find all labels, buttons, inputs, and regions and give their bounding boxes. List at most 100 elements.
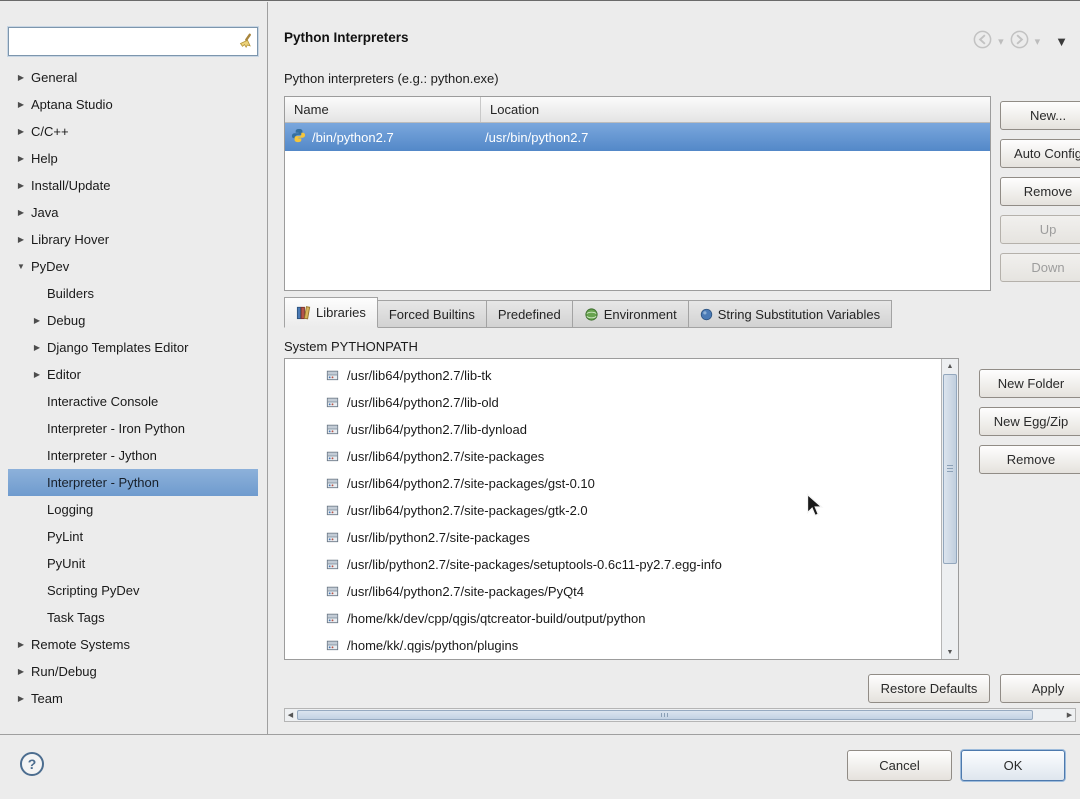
tab-forced-builtins[interactable]: Forced Builtins bbox=[378, 300, 487, 328]
list-item[interactable]: /usr/lib64/python2.7/site-packages/PyQt4 bbox=[285, 578, 941, 605]
table-row[interactable]: /bin/python2.7/usr/bin/python2.7 bbox=[285, 123, 990, 151]
tab-string-substitution-variables[interactable]: String Substitution Variables bbox=[689, 300, 892, 328]
chevron-right-icon[interactable]: ▶ bbox=[14, 640, 28, 649]
back-history-dropdown-icon[interactable]: ▾ bbox=[997, 35, 1005, 48]
list-item[interactable]: /usr/lib64/python2.7/site-packages bbox=[285, 443, 941, 470]
view-menu-button[interactable]: ▼ bbox=[1055, 34, 1072, 49]
ok-button[interactable]: OK bbox=[961, 750, 1065, 781]
restore-defaults-button[interactable]: Restore Defaults bbox=[868, 674, 990, 703]
new-egg-zip-button[interactable]: New Egg/Zip bbox=[979, 407, 1080, 436]
sidebar-item-interpreter-python[interactable]: Interpreter - Python bbox=[8, 469, 258, 496]
list-item[interactable]: /usr/lib64/python2.7/site-packages/gtk-2… bbox=[285, 497, 941, 524]
sidebar-item-general[interactable]: ▶General bbox=[8, 64, 258, 91]
chevron-right-icon[interactable]: ▶ bbox=[14, 73, 28, 82]
apply-button[interactable]: Apply bbox=[1000, 674, 1080, 703]
sidebar-item-install-update[interactable]: ▶Install/Update bbox=[8, 172, 258, 199]
sidebar-item-label: Debug bbox=[44, 311, 91, 331]
chevron-right-icon[interactable]: ▶ bbox=[14, 235, 28, 244]
new-button[interactable]: New... bbox=[1000, 101, 1080, 130]
library-entry-icon bbox=[325, 475, 340, 493]
sidebar-item-label: Run/Debug bbox=[28, 662, 103, 682]
chevron-down-icon[interactable]: ▼ bbox=[14, 262, 28, 271]
horizontal-scrollbar[interactable]: ◀ ▶ bbox=[284, 708, 1076, 722]
vertical-scrollbar[interactable]: ▲ ▼ bbox=[941, 359, 958, 659]
scroll-down-icon[interactable]: ▼ bbox=[942, 645, 958, 659]
sidebar-item-django-templates-editor[interactable]: ▶Django Templates Editor bbox=[8, 334, 258, 361]
sidebar-item-pyunit[interactable]: PyUnit bbox=[8, 550, 258, 577]
vertical-scrollbar-thumb[interactable] bbox=[943, 374, 957, 564]
interpreter-table-body: /bin/python2.7/usr/bin/python2.7 bbox=[285, 123, 990, 151]
library-entry-icon bbox=[325, 448, 340, 466]
back-button[interactable] bbox=[972, 29, 993, 53]
library-entry-icon bbox=[325, 421, 340, 439]
variables-icon bbox=[700, 308, 713, 321]
chevron-right-icon[interactable]: ▶ bbox=[14, 694, 28, 703]
sidebar-item-label: Help bbox=[28, 149, 64, 169]
sidebar-item-c-c[interactable]: ▶C/C++ bbox=[8, 118, 258, 145]
sidebar-item-builders[interactable]: Builders bbox=[8, 280, 258, 307]
tab-libraries[interactable]: Libraries bbox=[284, 297, 378, 328]
sidebar-item-label: Logging bbox=[44, 500, 99, 520]
list-item[interactable]: /usr/lib64/python2.7/lib-tk bbox=[285, 362, 941, 389]
help-button[interactable]: ? bbox=[20, 752, 44, 776]
chevron-right-icon[interactable]: ▶ bbox=[30, 370, 44, 379]
chevron-right-icon[interactable]: ▶ bbox=[14, 127, 28, 136]
cancel-button[interactable]: Cancel bbox=[847, 750, 952, 781]
path-text: /home/kk/.qgis/python/plugins bbox=[347, 638, 518, 653]
tab-predefined[interactable]: Predefined bbox=[487, 300, 573, 328]
list-item[interactable]: /usr/lib64/python2.7/lib-dynload bbox=[285, 416, 941, 443]
tab-bar: LibrariesForced BuiltinsPredefinedEnviro… bbox=[284, 297, 892, 328]
chevron-right-icon[interactable]: ▶ bbox=[30, 316, 44, 325]
sidebar-item-library-hover[interactable]: ▶Library Hover bbox=[8, 226, 258, 253]
forward-button[interactable] bbox=[1009, 29, 1030, 53]
chevron-right-icon[interactable]: ▶ bbox=[30, 343, 44, 352]
forward-history-dropdown-icon[interactable]: ▾ bbox=[1034, 35, 1042, 48]
table-header: Name Location bbox=[285, 97, 990, 123]
list-item[interactable]: /home/kk/.qgis/python/plugins bbox=[285, 632, 941, 659]
scroll-right-icon[interactable]: ▶ bbox=[1064, 709, 1075, 721]
remove-button[interactable]: Remove bbox=[1000, 177, 1080, 206]
sidebar-item-interactive-console[interactable]: Interactive Console bbox=[8, 388, 258, 415]
scroll-up-icon[interactable]: ▲ bbox=[942, 359, 958, 373]
list-item[interactable]: /home/kk/dev/cpp/qgis/qtcreator-build/ou… bbox=[285, 605, 941, 632]
sidebar-item-logging[interactable]: Logging bbox=[8, 496, 258, 523]
library-entry-icon bbox=[325, 637, 340, 655]
scroll-left-icon[interactable]: ◀ bbox=[285, 709, 296, 721]
interpreters-label: Python interpreters (e.g.: python.exe) bbox=[284, 71, 499, 86]
sidebar-item-interpreter-iron-python[interactable]: Interpreter - Iron Python bbox=[8, 415, 258, 442]
path-text: /usr/lib64/python2.7/lib-dynload bbox=[347, 422, 527, 437]
sidebar-item-editor[interactable]: ▶Editor bbox=[8, 361, 258, 388]
sidebar-item-help[interactable]: ▶Help bbox=[8, 145, 258, 172]
sidebar-item-pylint[interactable]: PyLint bbox=[8, 523, 258, 550]
sidebar-item-task-tags[interactable]: Task Tags bbox=[8, 604, 258, 631]
chevron-right-icon[interactable]: ▶ bbox=[14, 208, 28, 217]
list-item[interactable]: /usr/lib64/python2.7/lib-old bbox=[285, 389, 941, 416]
horizontal-scrollbar-thumb[interactable] bbox=[297, 710, 1033, 720]
auto-config-button[interactable]: Auto Config bbox=[1000, 139, 1080, 168]
list-item[interactable]: /usr/lib/python2.7/site-packages/setupto… bbox=[285, 551, 941, 578]
sidebar-item-run-debug[interactable]: ▶Run/Debug bbox=[8, 658, 258, 685]
remove-button[interactable]: Remove bbox=[979, 445, 1080, 474]
sidebar-item-aptana-studio[interactable]: ▶Aptana Studio bbox=[8, 91, 258, 118]
sidebar-item-interpreter-jython[interactable]: Interpreter - Jython bbox=[8, 442, 258, 469]
chevron-right-icon[interactable]: ▶ bbox=[14, 154, 28, 163]
sidebar-item-pydev[interactable]: ▼PyDev bbox=[8, 253, 258, 280]
path-text: /usr/lib64/python2.7/site-packages/PyQt4 bbox=[347, 584, 584, 599]
library-entry-icon bbox=[325, 367, 340, 385]
filter-input[interactable] bbox=[9, 28, 235, 55]
sidebar-item-remote-systems[interactable]: ▶Remote Systems bbox=[8, 631, 258, 658]
list-item[interactable]: /usr/lib/python2.7/site-packages bbox=[285, 524, 941, 551]
sidebar-item-team[interactable]: ▶Team bbox=[8, 685, 258, 712]
column-header-name[interactable]: Name bbox=[285, 97, 481, 122]
chevron-right-icon[interactable]: ▶ bbox=[14, 667, 28, 676]
sidebar-item-java[interactable]: ▶Java bbox=[8, 199, 258, 226]
chevron-right-icon[interactable]: ▶ bbox=[14, 100, 28, 109]
sidebar-item-scripting-pydev[interactable]: Scripting PyDev bbox=[8, 577, 258, 604]
tab-environment[interactable]: Environment bbox=[573, 300, 689, 328]
list-item[interactable]: /usr/lib64/python2.7/site-packages/gst-0… bbox=[285, 470, 941, 497]
column-header-location[interactable]: Location bbox=[481, 97, 990, 122]
sidebar-item-debug[interactable]: ▶Debug bbox=[8, 307, 258, 334]
new-folder-button[interactable]: New Folder bbox=[979, 369, 1080, 398]
clear-filter-icon[interactable] bbox=[235, 32, 257, 52]
chevron-right-icon[interactable]: ▶ bbox=[14, 181, 28, 190]
